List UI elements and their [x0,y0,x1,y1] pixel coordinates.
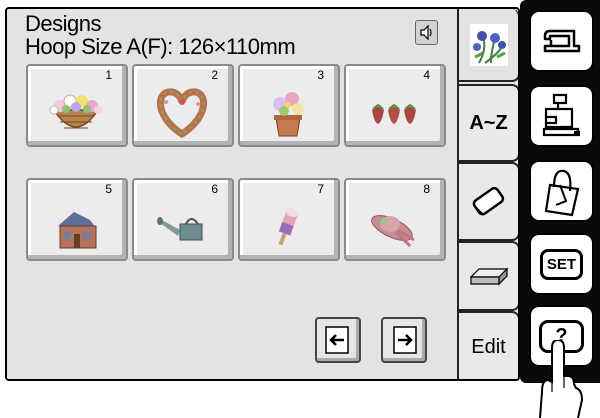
page-title: Designs [25,11,101,36]
tab-eraser[interactable] [459,162,518,241]
arrow-right-icon [393,326,417,354]
flower-basket-icon [49,94,102,129]
design-tile-4[interactable]: 4 [344,64,446,147]
designs-panel: Designs Hoop Size A(F): 126×110mm 1 2 3 … [7,9,459,379]
potted-flowers-icon [273,92,304,137]
tab-edit-label: Edit [471,335,506,358]
design-tile-6[interactable]: 6 [132,178,234,261]
set-button[interactable]: SET [529,233,594,295]
sun-hat-icon [371,215,415,248]
design-tile-2[interactable]: 2 [132,64,234,147]
tab-designs[interactable] [459,9,518,82]
sewing-machine-button[interactable] [529,10,594,72]
design-tile-1[interactable]: 1 [26,64,128,147]
design-tile-3[interactable]: 3 [238,64,340,147]
design-tile-7[interactable]: 7 [238,178,340,261]
sound-button[interactable] [415,20,438,45]
strawberries-icon [372,103,416,124]
tab-alphabet[interactable]: A~Z [459,84,518,162]
next-page-button[interactable] [381,317,427,363]
touch-screen: Designs Hoop Size A(F): 126×110mm 1 2 3 … [5,7,520,381]
tab-block[interactable] [459,241,518,311]
tab-edit[interactable]: Edit [459,311,518,379]
tab-alphabet-label: A~Z [469,111,508,134]
embroidery-unit-icon [542,93,580,137]
speaker-icon [420,24,432,41]
flowers-tab-icon [469,23,508,66]
prev-page-button[interactable] [315,317,361,363]
pointing-hand-icon [539,340,584,418]
arrow-left-icon [325,326,349,354]
eraser-icon [472,186,504,215]
design-tile-8[interactable]: 8 [344,178,446,261]
hoop-size-label: Hoop Size A(F): 126×110mm [25,34,296,59]
embroidery-unit-button[interactable] [529,85,594,147]
bag-icon [544,169,579,217]
watering-can-icon [157,217,203,241]
heart-wreath-icon [156,88,208,139]
popsicle-icon [278,208,298,246]
side-control-panel: SET ? [520,0,600,383]
sewing-machine-icon [543,29,580,53]
design-tile-5[interactable]: 5 [26,178,128,261]
set-label: SET [539,248,584,280]
house-icon [58,212,97,249]
bag-button[interactable] [529,160,594,222]
block-icon [469,267,508,286]
